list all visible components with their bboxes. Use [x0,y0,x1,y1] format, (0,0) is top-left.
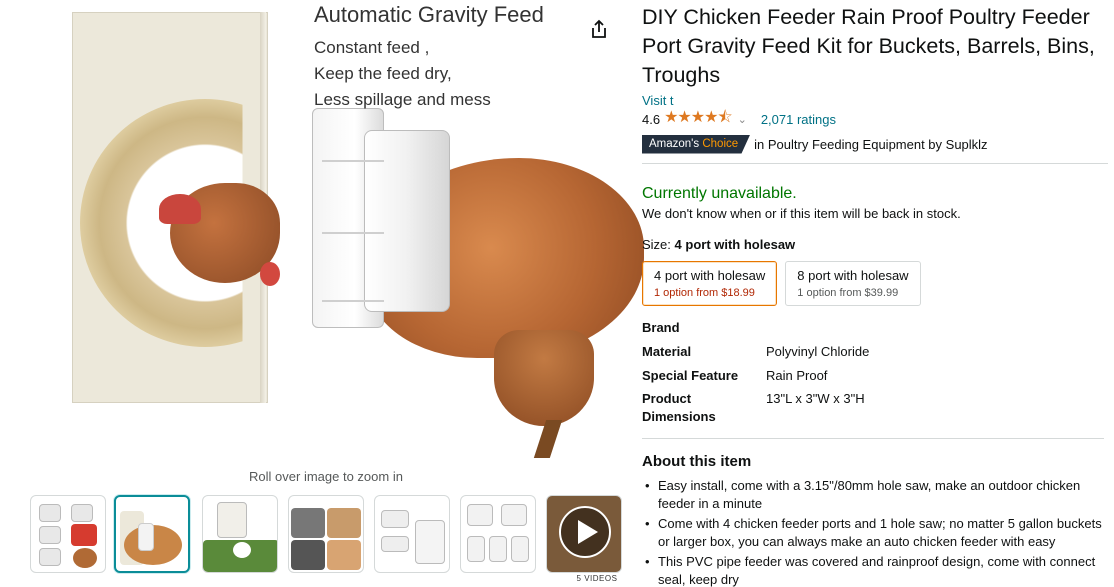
spec-row: Brand [642,319,1108,337]
image-heading: Automatic Gravity Feed [314,2,544,27]
play-icon [578,520,598,544]
size-option-4-port[interactable]: 4 port with holesaw 1 option from $18.99 [642,261,778,306]
about-heading: About this item [642,453,752,470]
divider [642,438,1104,439]
thumb-art [233,542,251,558]
feeder-port-rib [322,300,384,302]
spec-value: 13"L x 3"W x 3"H [766,391,865,406]
thumb-art [511,536,529,562]
thumb-art [39,548,61,566]
spec-key: Product Dimensions [642,391,716,424]
spec-value: Polyvinyl Chloride [766,344,870,359]
about-bullets: Easy install, come with a 3.15"/80mm hol… [642,477,1108,587]
thumb-art [291,540,325,570]
thumb-art [73,548,97,568]
video-thumbnail[interactable] [546,495,622,573]
availability-status: Currently unavailable. [642,185,797,202]
video-count: 5 VIDEOS [576,574,618,583]
share-button[interactable] [586,16,612,42]
feeder-port-rib [322,232,384,234]
amazons-choice-row: Amazon's Choice in Poultry Feeding Equip… [642,134,1108,154]
size-option-8-port[interactable]: 8 port with holesaw 1 option from $39.99 [785,261,921,306]
spec-key: Special Feature [642,368,739,383]
thumb-art [489,536,507,562]
thumbnail[interactable] [460,495,536,573]
chevron-down-icon[interactable]: ⌄ [738,113,747,126]
amazons-choice-category: in Poultry Feeding Equipment by Suplklz [754,136,988,152]
spec-key: Material [642,344,692,359]
about-bullet: This PVC pipe feeder was covered and rai… [642,553,1108,587]
spec-key: Brand [642,320,680,335]
thumb-art [71,504,93,522]
rating-value: 4.6 [642,111,661,127]
star-rating-icon[interactable]: ★★★★⯪ [664,106,733,133]
spec-row: Material Polyvinyl Chloride [642,343,1108,361]
feeder-port-rib [322,160,384,162]
product-title: DIY Chicken Feeder Rain Proof Poultry Fe… [642,5,1095,87]
about-bullet: Easy install, come with a 3.15"/80mm hol… [642,477,1108,513]
size-option-price: 1 option from $39.99 [797,287,899,299]
size-option-name: 4 port with holesaw [654,268,766,283]
share-icon [592,19,606,38]
size-options: 4 port with holesaw 1 option from $18.99… [642,261,1108,306]
thumb-art [381,510,409,528]
spec-value [766,319,1108,337]
thumb-art [501,504,527,526]
image-caption-line: Keep the feed dry, [314,64,452,83]
thumb-art [39,526,61,544]
zoom-hint: Roll over image to zoom in [249,469,403,484]
thumb-art [71,524,97,546]
divider [642,163,1108,164]
badge-right-text: Choice [702,137,739,150]
image-caption-line: Less spillage and mess [314,90,491,109]
specs-table: Brand Material Polyvinyl Chloride Specia… [642,319,1108,426]
spec-row: Product Dimensions 13"L x 3"W x 3"H [642,390,1108,426]
spec-row: Special Feature Rain Proof [642,367,1108,385]
size-selected-value: 4 port with holesaw [674,237,796,252]
thumbnail-selected[interactable] [114,495,190,573]
hen-wattle-graphic [260,262,280,286]
hen-comb-graphic [159,194,201,224]
thumb-art [467,536,485,562]
thumb-art [327,540,361,570]
size-label: Size: [642,237,671,252]
thumb-art [415,520,445,564]
amazons-choice-badge[interactable]: Amazon's Choice [642,134,751,154]
thumb-art [467,504,493,526]
ratings-count-link[interactable]: 2,071 ratings [761,112,836,127]
image-caption-line: Constant feed , [314,38,430,57]
about-bullet: Come with 4 chicken feeder ports and 1 h… [642,515,1108,551]
availability-note: We don't know when or if this item will … [642,206,961,221]
thumbnail[interactable] [30,495,106,573]
spec-value: Rain Proof [766,368,828,383]
thumbnail[interactable] [288,495,364,573]
thumb-art [327,508,361,538]
product-info-panel: DIY Chicken Feeder Rain Proof Poultry Fe… [642,0,1108,587]
thumb-art [39,504,61,522]
thumbnail[interactable] [374,495,450,573]
thumb-art [217,502,247,538]
size-option-name: 8 port with holesaw [797,268,909,283]
thumb-art [381,536,409,552]
size-option-price: 1 option from $18.99 [654,287,755,299]
size-selector-label: Size: 4 port with holesaw [642,237,1108,252]
hen-tail-graphic [494,330,594,426]
thumb-art [138,523,154,551]
thumbnail[interactable] [202,495,278,573]
feeder-port-collar-graphic [364,130,450,312]
thumb-art [291,508,325,538]
badge-left-text: Amazon's [649,137,700,150]
rating-row: 4.6 ★★★★⯪ ⌄ 2,071 ratings [642,109,1108,128]
